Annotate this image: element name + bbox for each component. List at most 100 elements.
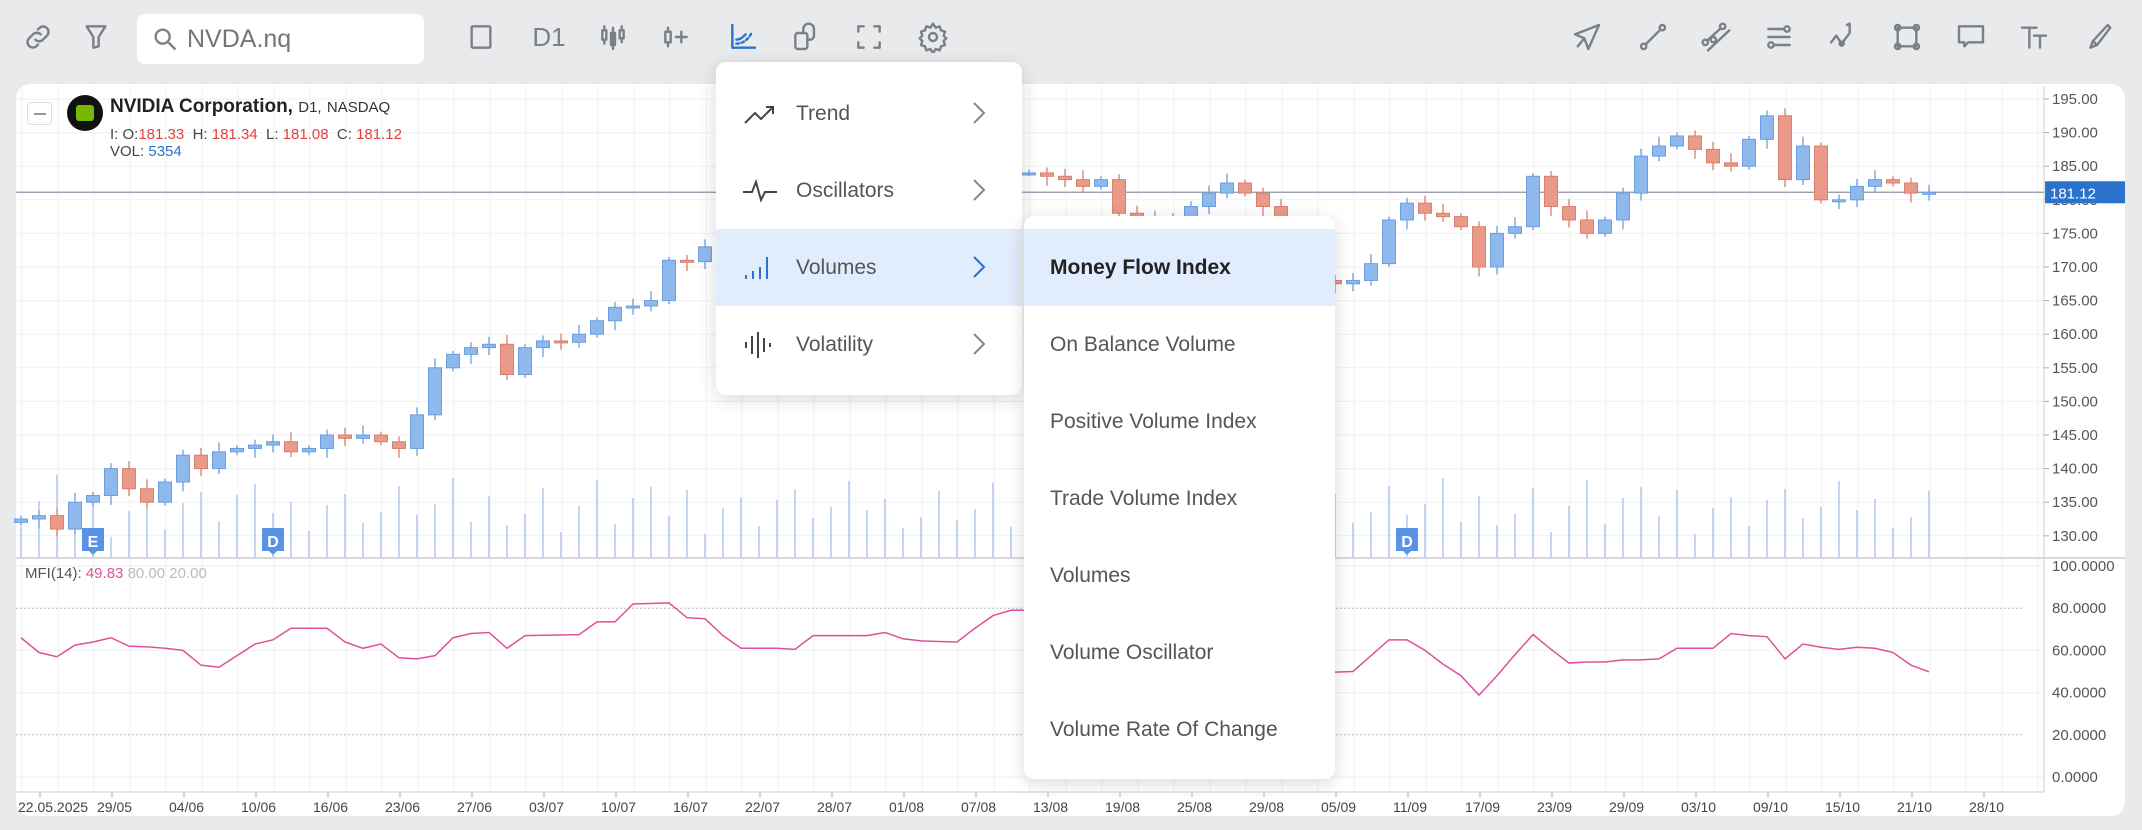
- candle-up: [212, 451, 226, 470]
- candle-up: [1382, 219, 1396, 265]
- candle-down: [1886, 179, 1900, 184]
- mfi-tick-label: 40.0000: [2052, 685, 2106, 702]
- submenu-item-volume-oscillator[interactable]: Volume Oscillator: [1024, 614, 1335, 691]
- candle-down: [1436, 212, 1450, 218]
- mfi-tick-label: 20.0000: [2052, 727, 2106, 744]
- candle-down: [1256, 192, 1270, 208]
- candle-down: [1580, 219, 1594, 234]
- submenu-item-trade-volume-index[interactable]: Trade Volume Index: [1024, 460, 1335, 537]
- date-label: 25/08: [1177, 799, 1212, 815]
- candle-up: [1022, 172, 1036, 176]
- date-label: 29/05: [97, 799, 132, 815]
- candle-up: [1652, 145, 1666, 157]
- menu-item-volumes[interactable]: Volumes: [716, 229, 1022, 306]
- volumes-submenu: Money Flow Index On Balance Volume Posit…: [1024, 216, 1335, 779]
- candle-down: [1418, 202, 1432, 214]
- candle-down: [1076, 179, 1090, 187]
- price-tick-label: 195.00: [2052, 91, 2098, 108]
- candle-down: [1238, 182, 1252, 194]
- candle-up: [698, 246, 712, 263]
- candle-up: [446, 353, 460, 369]
- candle-up: [356, 434, 370, 439]
- menu-item-trend[interactable]: Trend: [716, 75, 1022, 152]
- date-label: 29/09: [1609, 799, 1644, 815]
- price-tick-label: 185.00: [2052, 158, 2098, 175]
- date-label: 28/10: [1969, 799, 2004, 815]
- date-label: 03/10: [1681, 799, 1716, 815]
- menu-item-oscillators[interactable]: Oscillators: [716, 152, 1022, 229]
- price-tick-label: 155.00: [2052, 360, 2098, 377]
- candle-up: [572, 333, 586, 343]
- menu-item-label: Volatility: [796, 332, 874, 356]
- candle-up: [1796, 145, 1810, 181]
- oscillators-icon: [742, 176, 778, 206]
- date-label: 10/06: [241, 799, 276, 815]
- candle-down: [1454, 216, 1468, 228]
- candle-up: [302, 447, 316, 453]
- date-label: 22.05.2025: [18, 799, 88, 815]
- date-label: 27/06: [457, 799, 492, 815]
- price-tick-label: 140.00: [2052, 461, 2098, 478]
- date-label: 04/06: [169, 799, 204, 815]
- current-price-label: 181.12: [2050, 185, 2096, 202]
- submenu-item-on-balance-volume[interactable]: On Balance Volume: [1024, 306, 1335, 383]
- date-label: 21/10: [1897, 799, 1932, 815]
- candle-down: [1688, 135, 1702, 150]
- candle-down: [1778, 115, 1792, 181]
- candle-up: [68, 501, 82, 530]
- date-label: 23/06: [385, 799, 420, 815]
- menu-item-label: Volumes: [796, 255, 877, 279]
- menu-item-volatility[interactable]: Volatility: [716, 306, 1022, 383]
- candle-up: [1526, 175, 1540, 228]
- candle-up: [626, 305, 640, 309]
- candle-down: [1814, 145, 1828, 201]
- mfi-tick-label: 0.0000: [2052, 769, 2098, 786]
- submenu-item-volumes[interactable]: Volumes: [1024, 537, 1335, 614]
- date-label: 13/08: [1033, 799, 1068, 815]
- candle-up: [1490, 232, 1504, 268]
- candle-up: [1760, 115, 1774, 140]
- date-label: 29/08: [1249, 799, 1284, 815]
- date-label: 17/09: [1465, 799, 1500, 815]
- submenu-item-money-flow-index[interactable]: Money Flow Index: [1024, 229, 1335, 306]
- candle-down: [1544, 175, 1558, 208]
- candle-down: [1706, 148, 1720, 164]
- price-tick-label: 175.00: [2052, 225, 2098, 242]
- candle-up: [1670, 135, 1684, 147]
- submenu-item-positive-volume-index[interactable]: Positive Volume Index: [1024, 383, 1335, 460]
- candle-up: [428, 367, 442, 416]
- date-label: 16/06: [313, 799, 348, 815]
- candle-up: [1850, 185, 1864, 201]
- candle-up: [230, 447, 244, 453]
- candle-up: [158, 481, 172, 503]
- candle-up: [1364, 263, 1378, 281]
- date-label: 19/08: [1105, 799, 1140, 815]
- chevron-right-icon: [972, 101, 986, 125]
- candle-up: [536, 340, 550, 349]
- volumes-icon: [742, 253, 778, 283]
- candle-down: [1058, 175, 1072, 181]
- candle-up: [1868, 179, 1882, 187]
- candle-up: [86, 494, 100, 503]
- indicator-category-menu: Trend Oscillators Volumes Volatility: [716, 62, 1022, 395]
- mfi-tick-label: 100.0000: [2052, 558, 2115, 575]
- menu-item-label: Trend: [796, 101, 851, 125]
- date-label: 11/09: [1393, 799, 1427, 815]
- ohlc-values: I: O:181.33 H: 181.34 L: 181.08 C: 181.1…: [110, 126, 402, 143]
- candle-down: [284, 441, 298, 453]
- mfi-legend: MFI(14): 49.83 80.00 20.00: [25, 565, 207, 582]
- collapse-legend-button[interactable]: [27, 102, 52, 125]
- candle-up: [662, 259, 676, 302]
- candle-up: [1094, 179, 1108, 187]
- price-tick-label: 145.00: [2052, 427, 2098, 444]
- candle-down: [122, 468, 136, 490]
- candle-down: [1112, 179, 1126, 214]
- submenu-item-volume-rate-of-change[interactable]: Volume Rate Of Change: [1024, 691, 1335, 768]
- event-badge-label: D: [267, 534, 279, 551]
- candle-down: [554, 340, 568, 344]
- candle-up: [644, 300, 658, 307]
- candle-down: [500, 343, 514, 376]
- candle-up: [518, 347, 532, 376]
- candle-down: [140, 488, 154, 503]
- price-tick-label: 160.00: [2052, 326, 2098, 343]
